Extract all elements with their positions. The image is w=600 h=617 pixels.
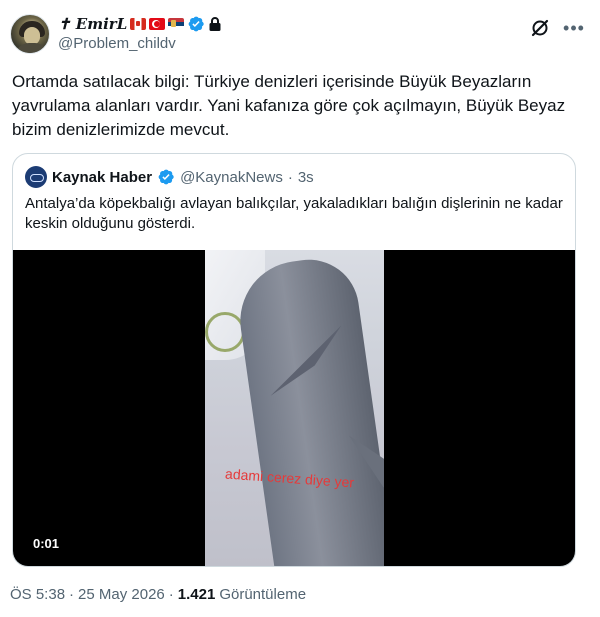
separator-dot: · <box>287 168 293 186</box>
more-icon: ••• <box>563 17 585 38</box>
author-handle[interactable]: @Problem_childv <box>58 35 176 52</box>
quoted-author-handle[interactable]: @KaynakNews <box>180 169 283 186</box>
lock-icon <box>209 17 221 31</box>
separator-dot: · <box>168 586 174 603</box>
video-frame <box>205 250 384 566</box>
tweet-meta: ÖS 5:38 · 25 May 2026 · 1.421 Görüntülem… <box>10 586 306 603</box>
quoted-author-avatar[interactable] <box>25 166 47 188</box>
tweet: ✝ EmirL @Problem_childv ••• Ortamda satı… <box>0 0 600 617</box>
views-label: Görüntüleme <box>219 586 307 603</box>
canada-flag-icon <box>130 18 147 30</box>
author-display-name[interactable]: ✝ EmirL <box>58 15 127 33</box>
tweet-text: Ortamda satılacak bilgi: Türkiye denizle… <box>12 72 566 139</box>
separator-dot: · <box>69 586 75 603</box>
tweet-time[interactable]: ÖS 5:38 <box>10 586 65 603</box>
quoted-tweet-text: Antalya’da köpekbalığı avlayan balıkçıla… <box>25 195 563 232</box>
grok-button[interactable] <box>526 14 554 42</box>
verified-badge-icon <box>158 169 174 185</box>
serbia-flag-icon <box>168 18 185 30</box>
quoted-tweet-time[interactable]: 3s <box>298 169 314 186</box>
view-count: 1.421 <box>177 586 216 603</box>
tweet-date[interactable]: 25 May 2026 <box>78 586 165 603</box>
quoted-author-name[interactable]: Kaynak Haber <box>52 169 152 186</box>
more-options-button[interactable]: ••• <box>560 14 588 42</box>
quoted-tweet[interactable]: Kaynak Haber @KaynakNews · 3s Antalya’da… <box>12 153 576 567</box>
quoted-tweet-header: Kaynak Haber @KaynakNews · 3s <box>25 166 314 188</box>
author-avatar[interactable] <box>10 14 50 54</box>
verified-badge-icon <box>188 16 204 32</box>
grok-icon <box>531 19 549 37</box>
turkey-flag-icon <box>149 18 166 30</box>
author-name-row: ✝ EmirL <box>58 14 222 34</box>
video-duration: 0:01 <box>33 536 60 551</box>
video-player[interactable]: adami cerez diye yer 0:01 <box>13 250 575 566</box>
